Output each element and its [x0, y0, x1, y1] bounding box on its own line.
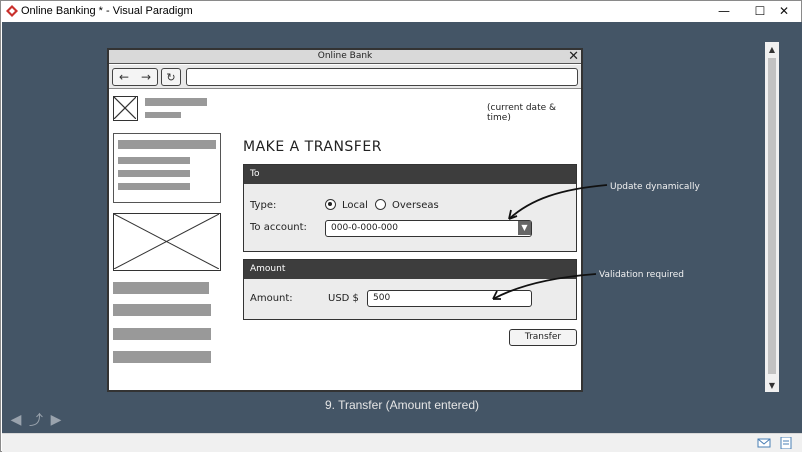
vertical-scrollbar[interactable]: ▲ ▼ [765, 42, 779, 392]
page-heading: MAKE A TRANSFER [243, 139, 382, 155]
currency-label: USD $ [328, 293, 359, 304]
title-bar: Online Banking * - Visual Paradigm — ☐ ✕ [1, 1, 801, 22]
scroll-up-icon[interactable]: ▲ [765, 42, 779, 56]
placeholder-text [118, 170, 190, 177]
placeholder-text [118, 183, 190, 190]
local-radio[interactable] [325, 199, 336, 210]
window-title: Online Banking * - Visual Paradigm [21, 5, 193, 17]
logo-placeholder [113, 96, 138, 121]
amount-panel: Amount Amount: USD $ 500 [243, 259, 577, 320]
overseas-radio[interactable] [375, 199, 386, 210]
account-select-value: 000-0-000-000 [331, 223, 399, 233]
slide-caption: 9. Transfer (Amount entered) [324, 398, 480, 412]
forward-icon[interactable]: → [141, 70, 151, 84]
scroll-thumb[interactable] [768, 58, 776, 374]
wireframe-titlebar: Online Bank ✕ [109, 49, 581, 64]
previous-slide-icon[interactable]: ◀ [8, 412, 24, 428]
placeholder-text [145, 98, 207, 106]
back-icon[interactable]: ← [119, 70, 129, 84]
amount-input[interactable]: 500 [367, 290, 532, 307]
local-label: Local [342, 200, 368, 211]
url-bar[interactable] [186, 68, 578, 86]
sidebar-menu-placeholder [113, 133, 221, 203]
reload-icon[interactable]: ↻ [161, 68, 181, 86]
wireframe-browser: Online Bank ✕ ← → ↻ (current date & time… [107, 48, 583, 392]
slide-jump-icon[interactable]: ⤴ [28, 412, 44, 429]
overseas-label: Overseas [392, 200, 439, 211]
amount-label: Amount: [250, 293, 293, 304]
update-dynamically-note: Update dynamically [610, 182, 700, 192]
scroll-down-icon[interactable]: ▼ [765, 378, 779, 392]
dropdown-arrow-icon[interactable]: ▼ [518, 221, 531, 235]
account-select[interactable]: 000-0-000-000 ▼ [325, 220, 532, 237]
app-logo-icon [6, 5, 18, 17]
transfer-button[interactable]: Transfer [509, 329, 577, 346]
minimize-button[interactable]: — [707, 1, 741, 21]
note-icon[interactable] [779, 437, 793, 449]
to-panel-title: To [244, 165, 576, 184]
to-panel: To Type: Local Overseas To account: 000-… [243, 164, 577, 252]
mail-icon[interactable] [757, 437, 771, 449]
placeholder-link [113, 351, 211, 363]
wireframe-toolbar: ← → ↻ [109, 65, 581, 89]
slide-navigation: ◀ ⤴ ▶ [8, 412, 64, 429]
close-icon[interactable]: ✕ [568, 49, 579, 64]
app-window: Online Banking * - Visual Paradigm — ☐ ✕… [0, 0, 802, 452]
placeholder-link [113, 328, 211, 340]
current-datetime: (current date & time) [487, 103, 557, 123]
placeholder-link [113, 304, 211, 316]
amount-panel-title: Amount [244, 260, 576, 279]
placeholder-link [113, 282, 209, 294]
type-label: Type: [250, 200, 277, 211]
placeholder-text [118, 140, 216, 149]
placeholder-text [118, 157, 190, 164]
validation-required-note: Validation required [599, 270, 685, 280]
wireframe-title: Online Bank [317, 51, 373, 61]
wireframe-page: (current date & time) MAKE A TRANSFER To… [109, 90, 581, 390]
account-label: To account: [250, 222, 307, 233]
placeholder-text [145, 112, 181, 118]
wireframe-nav-buttons[interactable]: ← → [112, 68, 158, 86]
close-window-button[interactable]: ✕ [767, 1, 801, 21]
next-slide-icon[interactable]: ▶ [48, 412, 64, 428]
status-bar [2, 433, 802, 452]
image-placeholder [113, 213, 221, 271]
